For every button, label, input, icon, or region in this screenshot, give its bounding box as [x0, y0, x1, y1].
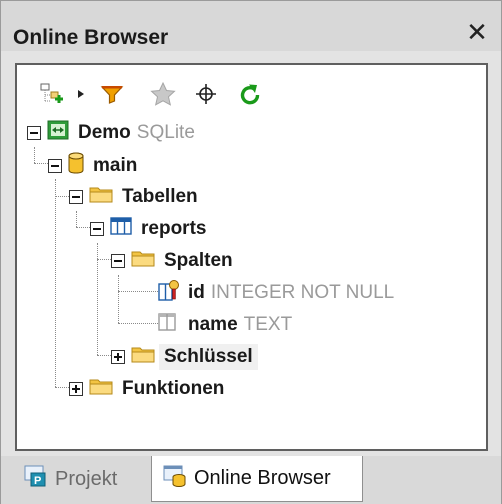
tree-node-functions-folder[interactable]: Funktionen — [69, 374, 224, 404]
collapse-toggle[interactable] — [69, 190, 83, 204]
add-connection-icon[interactable] — [39, 81, 67, 107]
tree-line — [76, 227, 90, 228]
column-name: name — [188, 314, 238, 335]
collapse-toggle[interactable] — [48, 159, 62, 173]
locate-icon[interactable] — [193, 81, 221, 107]
tree-node-tables-folder[interactable]: Tabellen — [69, 182, 198, 212]
tables-folder-label: Tabellen — [122, 186, 198, 207]
tree-view: Demo SQLite main Tabellen reports Spalte… — [15, 63, 488, 451]
table-name: reports — [141, 218, 207, 239]
refresh-icon[interactable] — [237, 81, 265, 107]
tree-node-columns-folder[interactable]: Spalten — [111, 246, 233, 276]
online-browser-panel: Online Browser ✕ Demo SQLite main Tabell… — [0, 0, 502, 504]
project-icon: P — [13, 464, 55, 494]
tree-line — [55, 179, 56, 387]
tree-line — [76, 211, 77, 227]
database-connection-icon — [47, 120, 69, 146]
tree-line — [34, 163, 48, 164]
column-name: id — [188, 282, 205, 303]
collapse-toggle[interactable] — [27, 126, 41, 140]
functions-folder-label: Funktionen — [122, 378, 225, 399]
close-button[interactable]: ✕ — [463, 18, 491, 46]
expand-toggle[interactable] — [69, 382, 83, 396]
table-icon — [110, 217, 132, 241]
keys-folder-label: Schlüssel — [159, 344, 258, 370]
tab-label: Projekt — [55, 467, 118, 490]
tree-line — [118, 291, 158, 292]
online-browser-icon — [152, 464, 194, 494]
tree-line — [55, 387, 69, 388]
tree-line — [34, 147, 35, 163]
collapse-toggle[interactable] — [90, 222, 104, 236]
tab-projekt[interactable]: P Projekt — [13, 456, 153, 502]
columns-folder-label: Spalten — [164, 250, 233, 271]
tree-node-column[interactable]: name TEXT — [158, 310, 292, 340]
tree-node-table[interactable]: reports — [90, 214, 206, 244]
column-type: INTEGER NOT NULL — [210, 282, 395, 303]
tree-line — [97, 355, 111, 356]
panel-tabs: P Projekt Online Browser — [1, 456, 501, 504]
folder-icon — [89, 376, 113, 402]
primary-key-column-icon — [158, 279, 180, 307]
tree-line — [118, 275, 119, 323]
column-type: TEXT — [243, 314, 293, 335]
favorites-icon[interactable] — [149, 81, 177, 107]
svg-text:P: P — [34, 475, 41, 487]
tree-node-column[interactable]: id INTEGER NOT NULL — [158, 278, 394, 308]
column-icon — [158, 312, 180, 338]
filter-icon[interactable] — [99, 81, 127, 107]
tree-line — [118, 323, 158, 324]
expand-toggle[interactable] — [111, 350, 125, 364]
title-bar: Online Browser ✕ — [1, 1, 501, 51]
tree-node-schema[interactable]: main — [48, 151, 137, 181]
folder-icon — [131, 344, 155, 370]
tab-online-browser[interactable]: Online Browser — [151, 456, 363, 502]
connection-name: Demo — [78, 122, 131, 143]
tree-line — [55, 196, 69, 197]
tree-node-keys-folder[interactable]: Schlüssel — [111, 342, 258, 372]
folder-icon — [131, 248, 155, 274]
tree-node-connection[interactable]: Demo SQLite — [27, 118, 195, 148]
folder-icon — [89, 184, 113, 210]
panel-title: Online Browser — [13, 26, 169, 49]
toolbar — [39, 79, 319, 107]
collapse-toggle[interactable] — [111, 254, 125, 268]
connection-type: SQLite — [136, 122, 195, 143]
tree-line — [97, 259, 111, 260]
schema-name: main — [93, 155, 138, 176]
tab-label: Online Browser — [194, 467, 331, 489]
database-icon — [68, 152, 84, 180]
